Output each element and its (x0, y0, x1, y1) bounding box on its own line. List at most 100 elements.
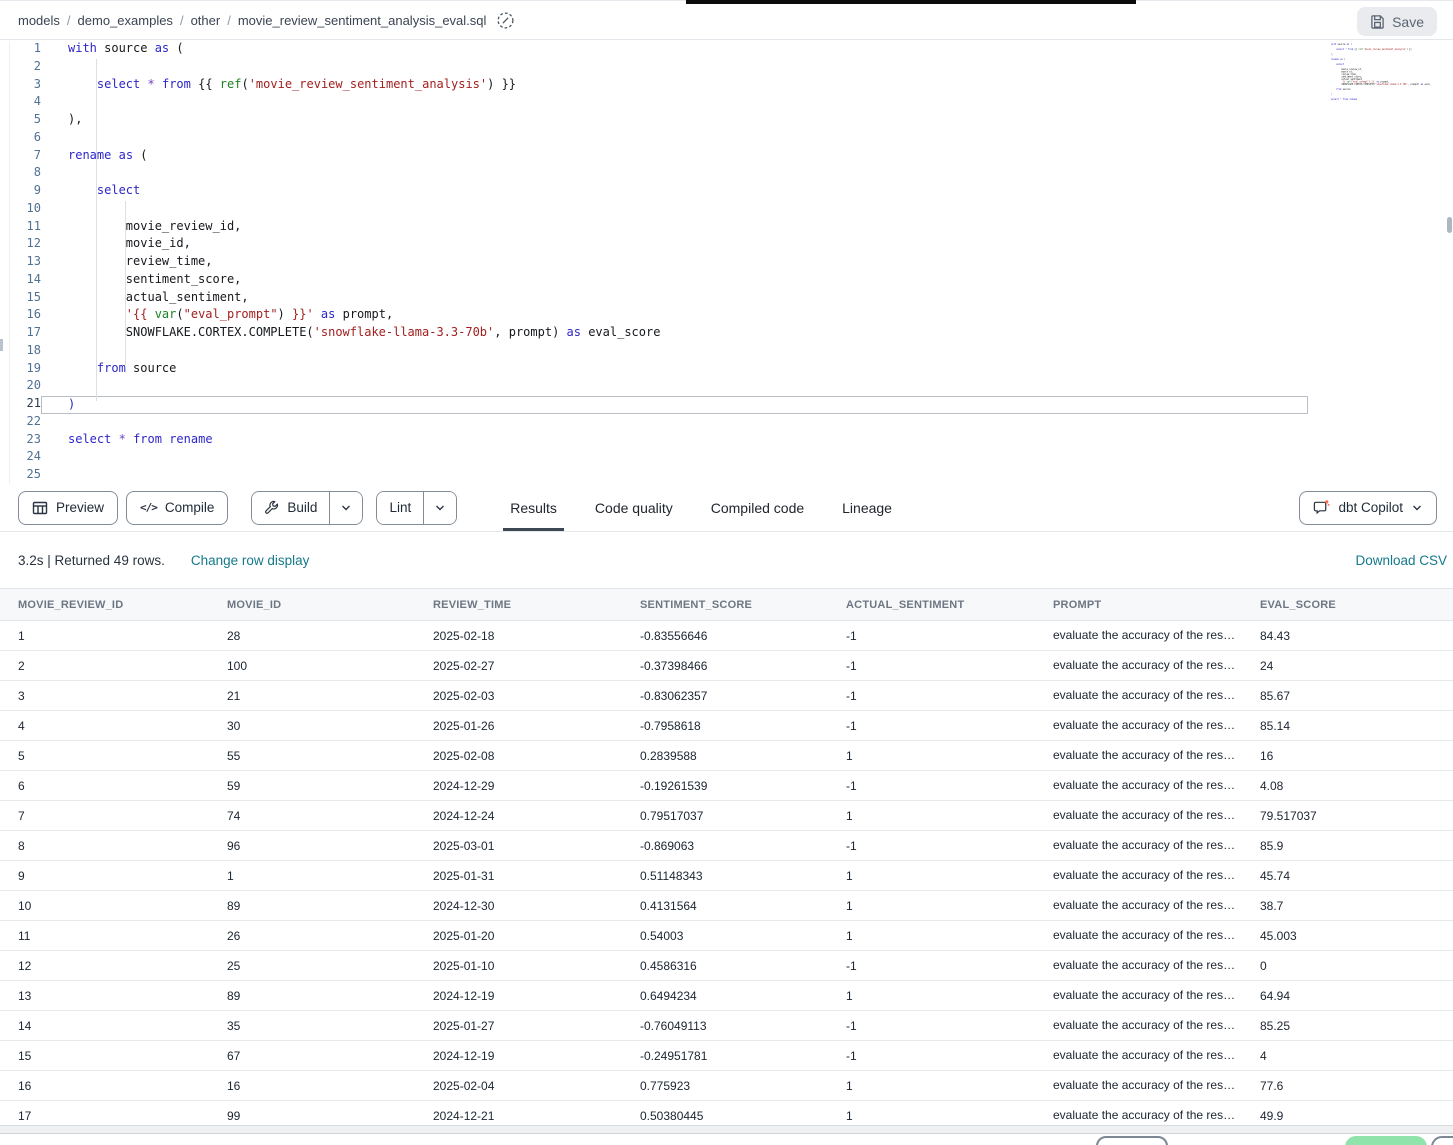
cell-prompt[interactable]: evaluate the accuracy of the res… (1035, 681, 1242, 711)
code-line-20[interactable]: 20 (0, 378, 1453, 396)
table-row: 12252025-01-100.4586316-1evaluate the ac… (0, 951, 1453, 981)
code-line-21[interactable]: 21) (0, 396, 1453, 414)
build-button-group: Build (251, 491, 363, 525)
code-line-11[interactable]: 11 movie_review_id, (0, 219, 1453, 237)
cell-prompt[interactable]: evaluate the accuracy of the res… (1035, 891, 1242, 921)
results-table: MOVIE_REVIEW_IDMOVIE_IDREVIEW_TIMESENTIM… (0, 588, 1453, 1131)
code-line-3[interactable]: 3 select * from {{ ref('movie_review_sen… (0, 77, 1453, 95)
code-line-19[interactable]: 19 from source (0, 361, 1453, 379)
code-text (41, 94, 1453, 112)
code-line-9[interactable]: 9 select (0, 183, 1453, 201)
code-line-14[interactable]: 14 sentiment_score, (0, 272, 1453, 290)
code-line-12[interactable]: 12 movie_id, (0, 236, 1453, 254)
code-line-1[interactable]: 1with source as ( (0, 41, 1453, 59)
code-line-7[interactable]: 7rename as ( (0, 148, 1453, 166)
tab-code-quality[interactable]: Code quality (576, 484, 692, 531)
cell-prompt[interactable]: evaluate the accuracy of the res… (1035, 771, 1242, 801)
col-header-eval_score: EVAL_SCORE (1242, 589, 1453, 621)
bottom-partial-green-button[interactable] (1345, 1136, 1427, 1145)
cell-prompt[interactable]: evaluate the accuracy of the res… (1035, 831, 1242, 861)
line-number: 12 (0, 236, 41, 254)
file-header-bar: models/demo_examples/other/movie_review_… (0, 0, 1453, 40)
cell-eval_score: 4 (1242, 1041, 1453, 1071)
cell-movie_review_id: 2 (0, 651, 209, 681)
prompt-preview-text: evaluate the accuracy of the res… (1053, 898, 1235, 912)
tab-results[interactable]: Results (491, 484, 576, 531)
bottom-partial-pill[interactable] (1431, 1136, 1453, 1145)
cell-prompt[interactable]: evaluate the accuracy of the res… (1035, 711, 1242, 741)
cell-eval_score: 24 (1242, 651, 1453, 681)
code-line-6[interactable]: 6 (0, 130, 1453, 148)
horizontal-scrollbar[interactable] (0, 1125, 1453, 1134)
bottom-partial-button[interactable] (1096, 1136, 1168, 1145)
compile-button[interactable]: </> Compile (126, 491, 228, 525)
cell-prompt[interactable]: evaluate the accuracy of the res… (1035, 1011, 1242, 1041)
cell-review_time: 2025-02-03 (415, 681, 622, 711)
col-header-review_time: REVIEW_TIME (415, 589, 622, 621)
code-line-22[interactable]: 22 (0, 414, 1453, 432)
code-line-16[interactable]: 16 '{{ var("eval_prompt") }}' as prompt, (0, 307, 1453, 325)
code-line-15[interactable]: 15 actual_sentiment, (0, 290, 1453, 308)
cell-prompt[interactable]: evaluate the accuracy of the res… (1035, 981, 1242, 1011)
code-line-17[interactable]: 17 SNOWFLAKE.CORTEX.COMPLETE('snowflake-… (0, 325, 1453, 343)
code-line-8[interactable]: 8 (0, 165, 1453, 183)
cell-prompt[interactable]: evaluate the accuracy of the res… (1035, 921, 1242, 951)
cell-prompt[interactable]: evaluate the accuracy of the res… (1035, 1071, 1242, 1101)
code-text: sentiment_score, (41, 272, 1453, 290)
indent-guide (125, 201, 126, 365)
cell-prompt[interactable]: evaluate the accuracy of the res… (1035, 1041, 1242, 1071)
save-button[interactable]: Save (1357, 7, 1437, 36)
code-line-23[interactable]: 23select * from rename (0, 432, 1453, 450)
code-text: movie_id, (41, 236, 1453, 254)
preview-button[interactable]: Preview (18, 491, 118, 525)
build-label: Build (287, 500, 317, 515)
code-line-25[interactable]: 25 (0, 467, 1453, 484)
file-status-icon[interactable] (496, 11, 515, 30)
build-options-button[interactable] (329, 492, 362, 524)
cell-movie_review_id: 3 (0, 681, 209, 711)
breadcrumb-item[interactable]: demo_examples (78, 13, 173, 28)
chevron-down-icon (1411, 502, 1423, 514)
breadcrumb-item[interactable]: movie_review_sentiment_analysis_eval.sql (238, 13, 487, 28)
download-csv-link[interactable]: Download CSV (1355, 553, 1447, 568)
cell-prompt[interactable]: evaluate the accuracy of the res… (1035, 861, 1242, 891)
change-row-display-link[interactable]: Change row display (191, 553, 310, 568)
lint-options-button[interactable] (423, 492, 456, 524)
code-line-18[interactable]: 18 (0, 343, 1453, 361)
code-line-2[interactable]: 2 (0, 59, 1453, 77)
cell-review_time: 2025-01-26 (415, 711, 622, 741)
code-line-10[interactable]: 10 (0, 201, 1453, 219)
code-line-4[interactable]: 4 (0, 94, 1453, 112)
cell-review_time: 2025-01-27 (415, 1011, 622, 1041)
tab-compiled-code[interactable]: Compiled code (692, 484, 823, 531)
code-text: ) (41, 396, 1308, 414)
cell-prompt[interactable]: evaluate the accuracy of the res… (1035, 621, 1242, 651)
code-line-5[interactable]: 5), (0, 112, 1453, 130)
dbt-copilot-button[interactable]: dbt Copilot (1299, 491, 1437, 525)
breadcrumb-separator: / (227, 13, 231, 28)
code-line-24[interactable]: 24 (0, 449, 1453, 467)
col-header-actual_sentiment: ACTUAL_SENTIMENT (828, 589, 1035, 621)
tab-lineage[interactable]: Lineage (823, 484, 911, 531)
build-button[interactable]: Build (252, 492, 329, 524)
line-number: 4 (0, 94, 41, 112)
sql-editor[interactable]: 1with source as (23 select * from {{ ref… (0, 41, 1453, 484)
cell-prompt[interactable]: evaluate the accuracy of the res… (1035, 951, 1242, 981)
cell-prompt[interactable]: evaluate the accuracy of the res… (1035, 741, 1242, 771)
cell-actual_sentiment: -1 (828, 831, 1035, 861)
cell-actual_sentiment: 1 (828, 981, 1035, 1011)
cell-eval_score: 85.67 (1242, 681, 1453, 711)
cell-movie_review_id: 5 (0, 741, 209, 771)
editor-scrollbar-thumb[interactable] (1447, 217, 1452, 233)
breadcrumb-item[interactable]: other (191, 13, 221, 28)
cell-prompt[interactable]: evaluate the accuracy of the res… (1035, 801, 1242, 831)
cell-prompt[interactable]: evaluate the accuracy of the res… (1035, 651, 1242, 681)
lint-button[interactable]: Lint (377, 492, 423, 524)
breadcrumb-item[interactable]: models (18, 13, 60, 28)
code-line-13[interactable]: 13 review_time, (0, 254, 1453, 272)
cell-sentiment_score: -0.869063 (622, 831, 828, 861)
cell-sentiment_score: 0.2839588 (622, 741, 828, 771)
minimap[interactable]: with source as ( select * from {{ ref('m… (1331, 43, 1431, 109)
cell-actual_sentiment: 1 (828, 741, 1035, 771)
code-text: select * from rename (41, 432, 1453, 450)
